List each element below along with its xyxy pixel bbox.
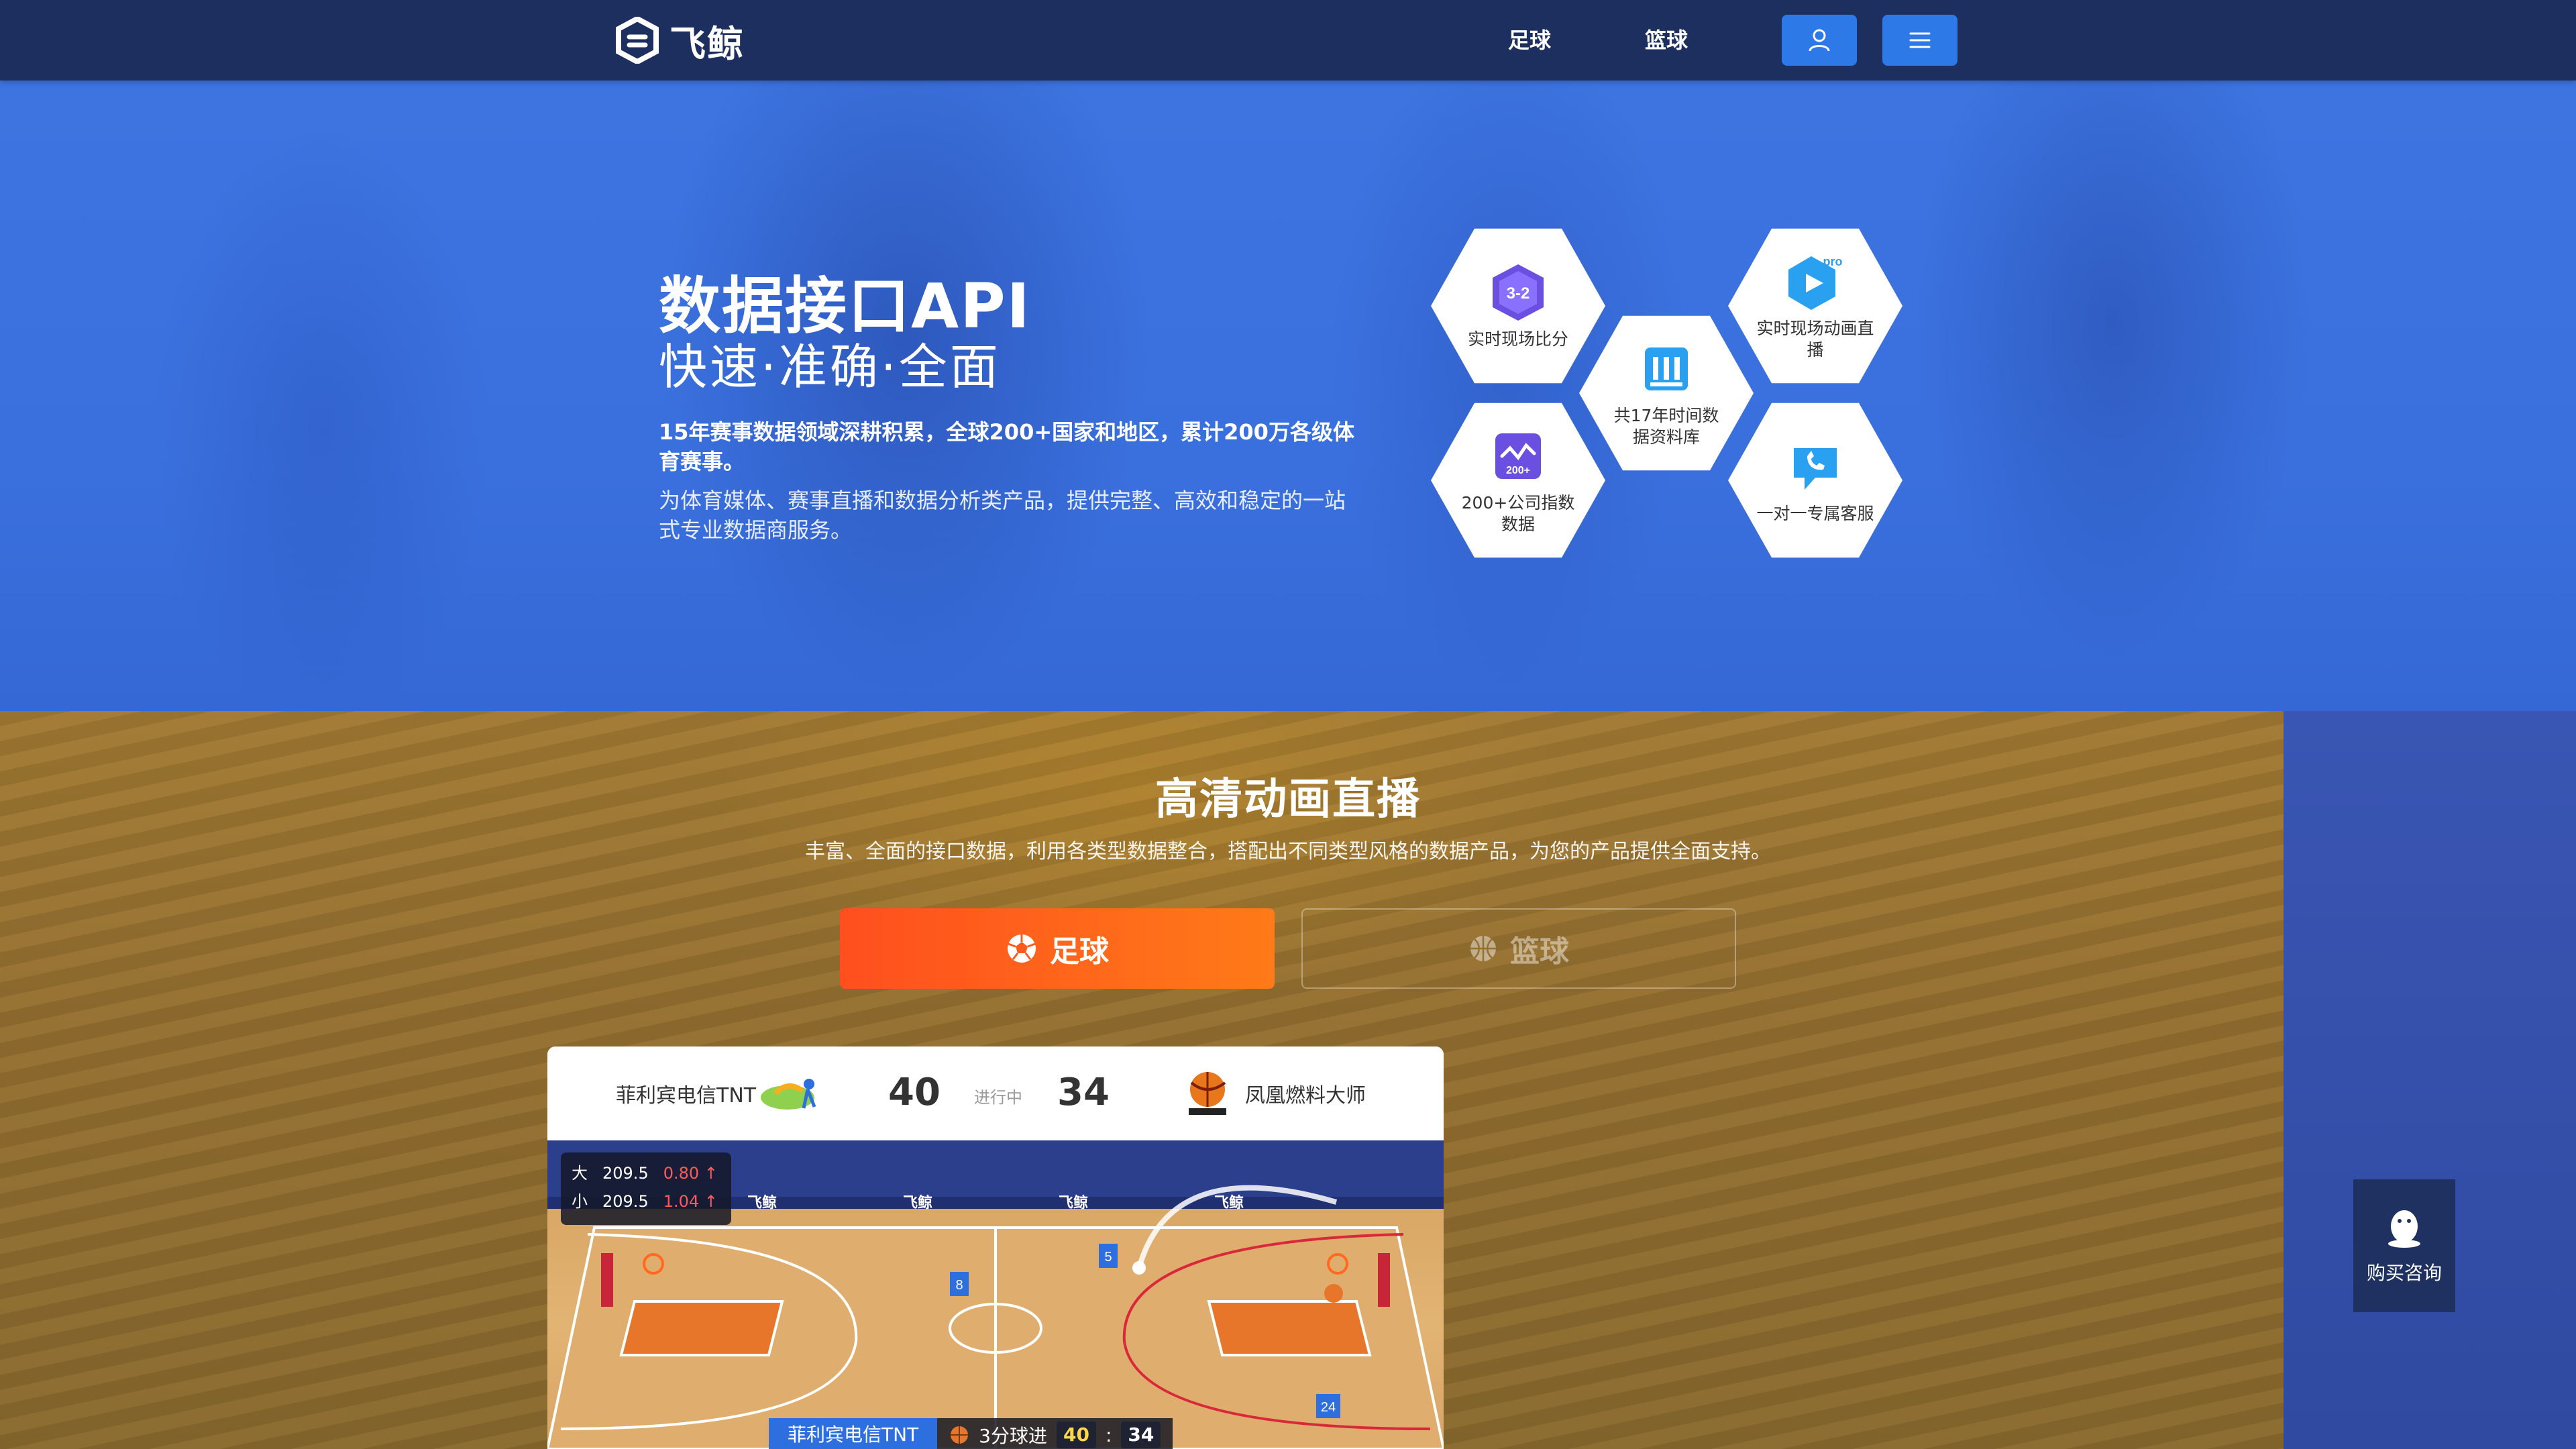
pro-play-icon: pro	[1788, 255, 1843, 310]
feature-label-index-data: 200+公司指数数据	[1461, 493, 1575, 534]
hero-description-strong: 15年赛事数据领域深耕积累，全球200+国家和地区，累计200万各级体育赛事。	[659, 419, 1354, 474]
feature-label-live-score: 实时现场比分	[1467, 329, 1568, 349]
user-button[interactable]	[1782, 15, 1857, 66]
pro-icon-text: pro	[1823, 255, 1843, 268]
court-banner-3: 飞鲸	[1059, 1194, 1088, 1211]
event-text: 3分球进	[979, 1425, 1047, 1447]
soccer-ball-icon	[1008, 934, 1036, 963]
feature-database[interactable]: 共17年时间数据资料库	[1579, 315, 1754, 471]
player-number-2: 5	[1104, 1250, 1112, 1265]
hamburger-menu-icon	[1909, 32, 1931, 48]
court-banner-1: 飞鲸	[747, 1194, 777, 1211]
event-away-score: 34	[1121, 1421, 1161, 1448]
index-icon-text: 200+	[1506, 465, 1530, 476]
live-animation-section: 高清动画直播 丰富、全面的接口数据，利用各类型数据整合，搭配出不同类型风格的数据…	[0, 711, 2576, 1449]
user-icon	[1809, 29, 1830, 52]
feature-live-score[interactable]: 3-2 实时现场比分	[1431, 228, 1605, 384]
feature-index-data[interactable]: 200+ 200+公司指数数据	[1431, 402, 1605, 558]
menu-button[interactable]	[1882, 15, 1957, 66]
home-team-name: 菲利宾电信TNT	[616, 1084, 757, 1108]
odds-over-label: 大	[572, 1164, 588, 1183]
event-ticker: 菲利宾电信TNT 3分球进 40 : 34	[769, 1418, 1173, 1449]
score-icon-text: 3-2	[1507, 284, 1530, 303]
index-chart-icon: 200+	[1495, 433, 1541, 479]
odds-under-label: 小	[572, 1192, 588, 1211]
odds-under-line: 209.5	[602, 1192, 649, 1211]
top-nav: 飞鲸 足球 篮球	[0, 0, 2576, 80]
purchase-consult-label: 购买咨询	[2366, 1262, 2442, 1284]
hero-subtitle: 快速·准确·全面	[659, 339, 1001, 395]
home-score: 40	[888, 1071, 941, 1114]
event-detail: 3分球进 40 : 34	[937, 1418, 1173, 1449]
odds-panel: 大 209.5 0.80 ↑ 小 209.5 1.04 ↑	[561, 1152, 731, 1225]
hero-section: 数据接口API 快速·准确·全面 15年赛事数据领域深耕积累，全球200+国家和…	[0, 80, 2576, 711]
qq-penguin-icon	[2388, 1210, 2420, 1248]
event-home-score: 40	[1056, 1421, 1096, 1448]
score-3-2-icon: 3-2	[1493, 264, 1544, 321]
basketball-icon	[951, 1426, 969, 1444]
database-icon	[1645, 347, 1688, 390]
feature-customer-service[interactable]: 一对一专属客服	[1728, 402, 1902, 558]
away-score: 34	[1057, 1071, 1110, 1114]
event-team: 菲利宾电信TNT	[769, 1418, 938, 1449]
logo-mark-icon	[616, 17, 659, 64]
court-animation: 飞鲸 飞鲸 飞鲸 飞鲸 8 5 24 大 209.5 0.80 ↑ 小 209.…	[547, 1140, 1444, 1449]
court-banner-4: 飞鲸	[1214, 1194, 1244, 1211]
match-scorebar: 菲利宾电信TNT 40 进行中 34 凤凰燃料大师	[547, 1046, 1444, 1140]
match-status: 进行中	[974, 1088, 1022, 1107]
purchase-consult-button[interactable]: 购买咨询	[2353, 1179, 2455, 1312]
nav-link-football[interactable]: 足球	[1508, 24, 1551, 56]
tab-basketball-label: 篮球	[1510, 934, 1569, 969]
odds-under-value: 1.04 ↑	[663, 1192, 718, 1211]
tab-basketball[interactable]: 篮球	[1301, 908, 1736, 989]
court-banner-2: 飞鲸	[903, 1194, 932, 1211]
customer-service-icon	[1794, 448, 1837, 490]
section-subtitle: 丰富、全面的接口数据，利用各类型数据整合，搭配出不同类型风格的数据产品，为您的产…	[805, 840, 1771, 863]
player-number-3: 24	[1321, 1400, 1336, 1415]
logo-text: 飞鲸	[669, 21, 745, 65]
odds-over-line: 209.5	[602, 1164, 649, 1183]
odds-over-value: 0.80 ↑	[663, 1164, 718, 1183]
feature-label-animation-live: 实时现场动画直播	[1756, 319, 1874, 360]
tab-football[interactable]: 足球	[840, 908, 1275, 989]
feature-label-database: 共17年时间数据资料库	[1613, 406, 1719, 447]
away-team-logo	[1189, 1072, 1226, 1115]
event-score-separator: :	[1105, 1424, 1112, 1446]
hero-description: 为体育媒体、赛事直播和数据分析类产品，提供完整、高效和稳定的一站式专业数据商服务…	[659, 488, 1346, 543]
match-animation-card[interactable]: 菲利宾电信TNT 40 进行中 34 凤凰燃料大师 飞鲸 飞鲸 飞鲸 飞鲸 8 …	[547, 1046, 1444, 1449]
feature-label-customer-service: 一对一专属客服	[1756, 504, 1874, 523]
player-number-1: 8	[955, 1278, 963, 1293]
tab-football-label: 足球	[1050, 934, 1109, 969]
away-team-name: 凤凰燃料大师	[1245, 1084, 1366, 1108]
home-team-logo	[761, 1079, 816, 1110]
site-logo[interactable]: 飞鲸	[616, 16, 745, 65]
nav-link-basketball[interactable]: 篮球	[1645, 24, 1688, 56]
section-title: 高清动画直播	[1155, 775, 1421, 824]
feature-animation-live[interactable]: pro 实时现场动画直播	[1728, 228, 1902, 384]
basketball-icon	[1470, 936, 1496, 961]
